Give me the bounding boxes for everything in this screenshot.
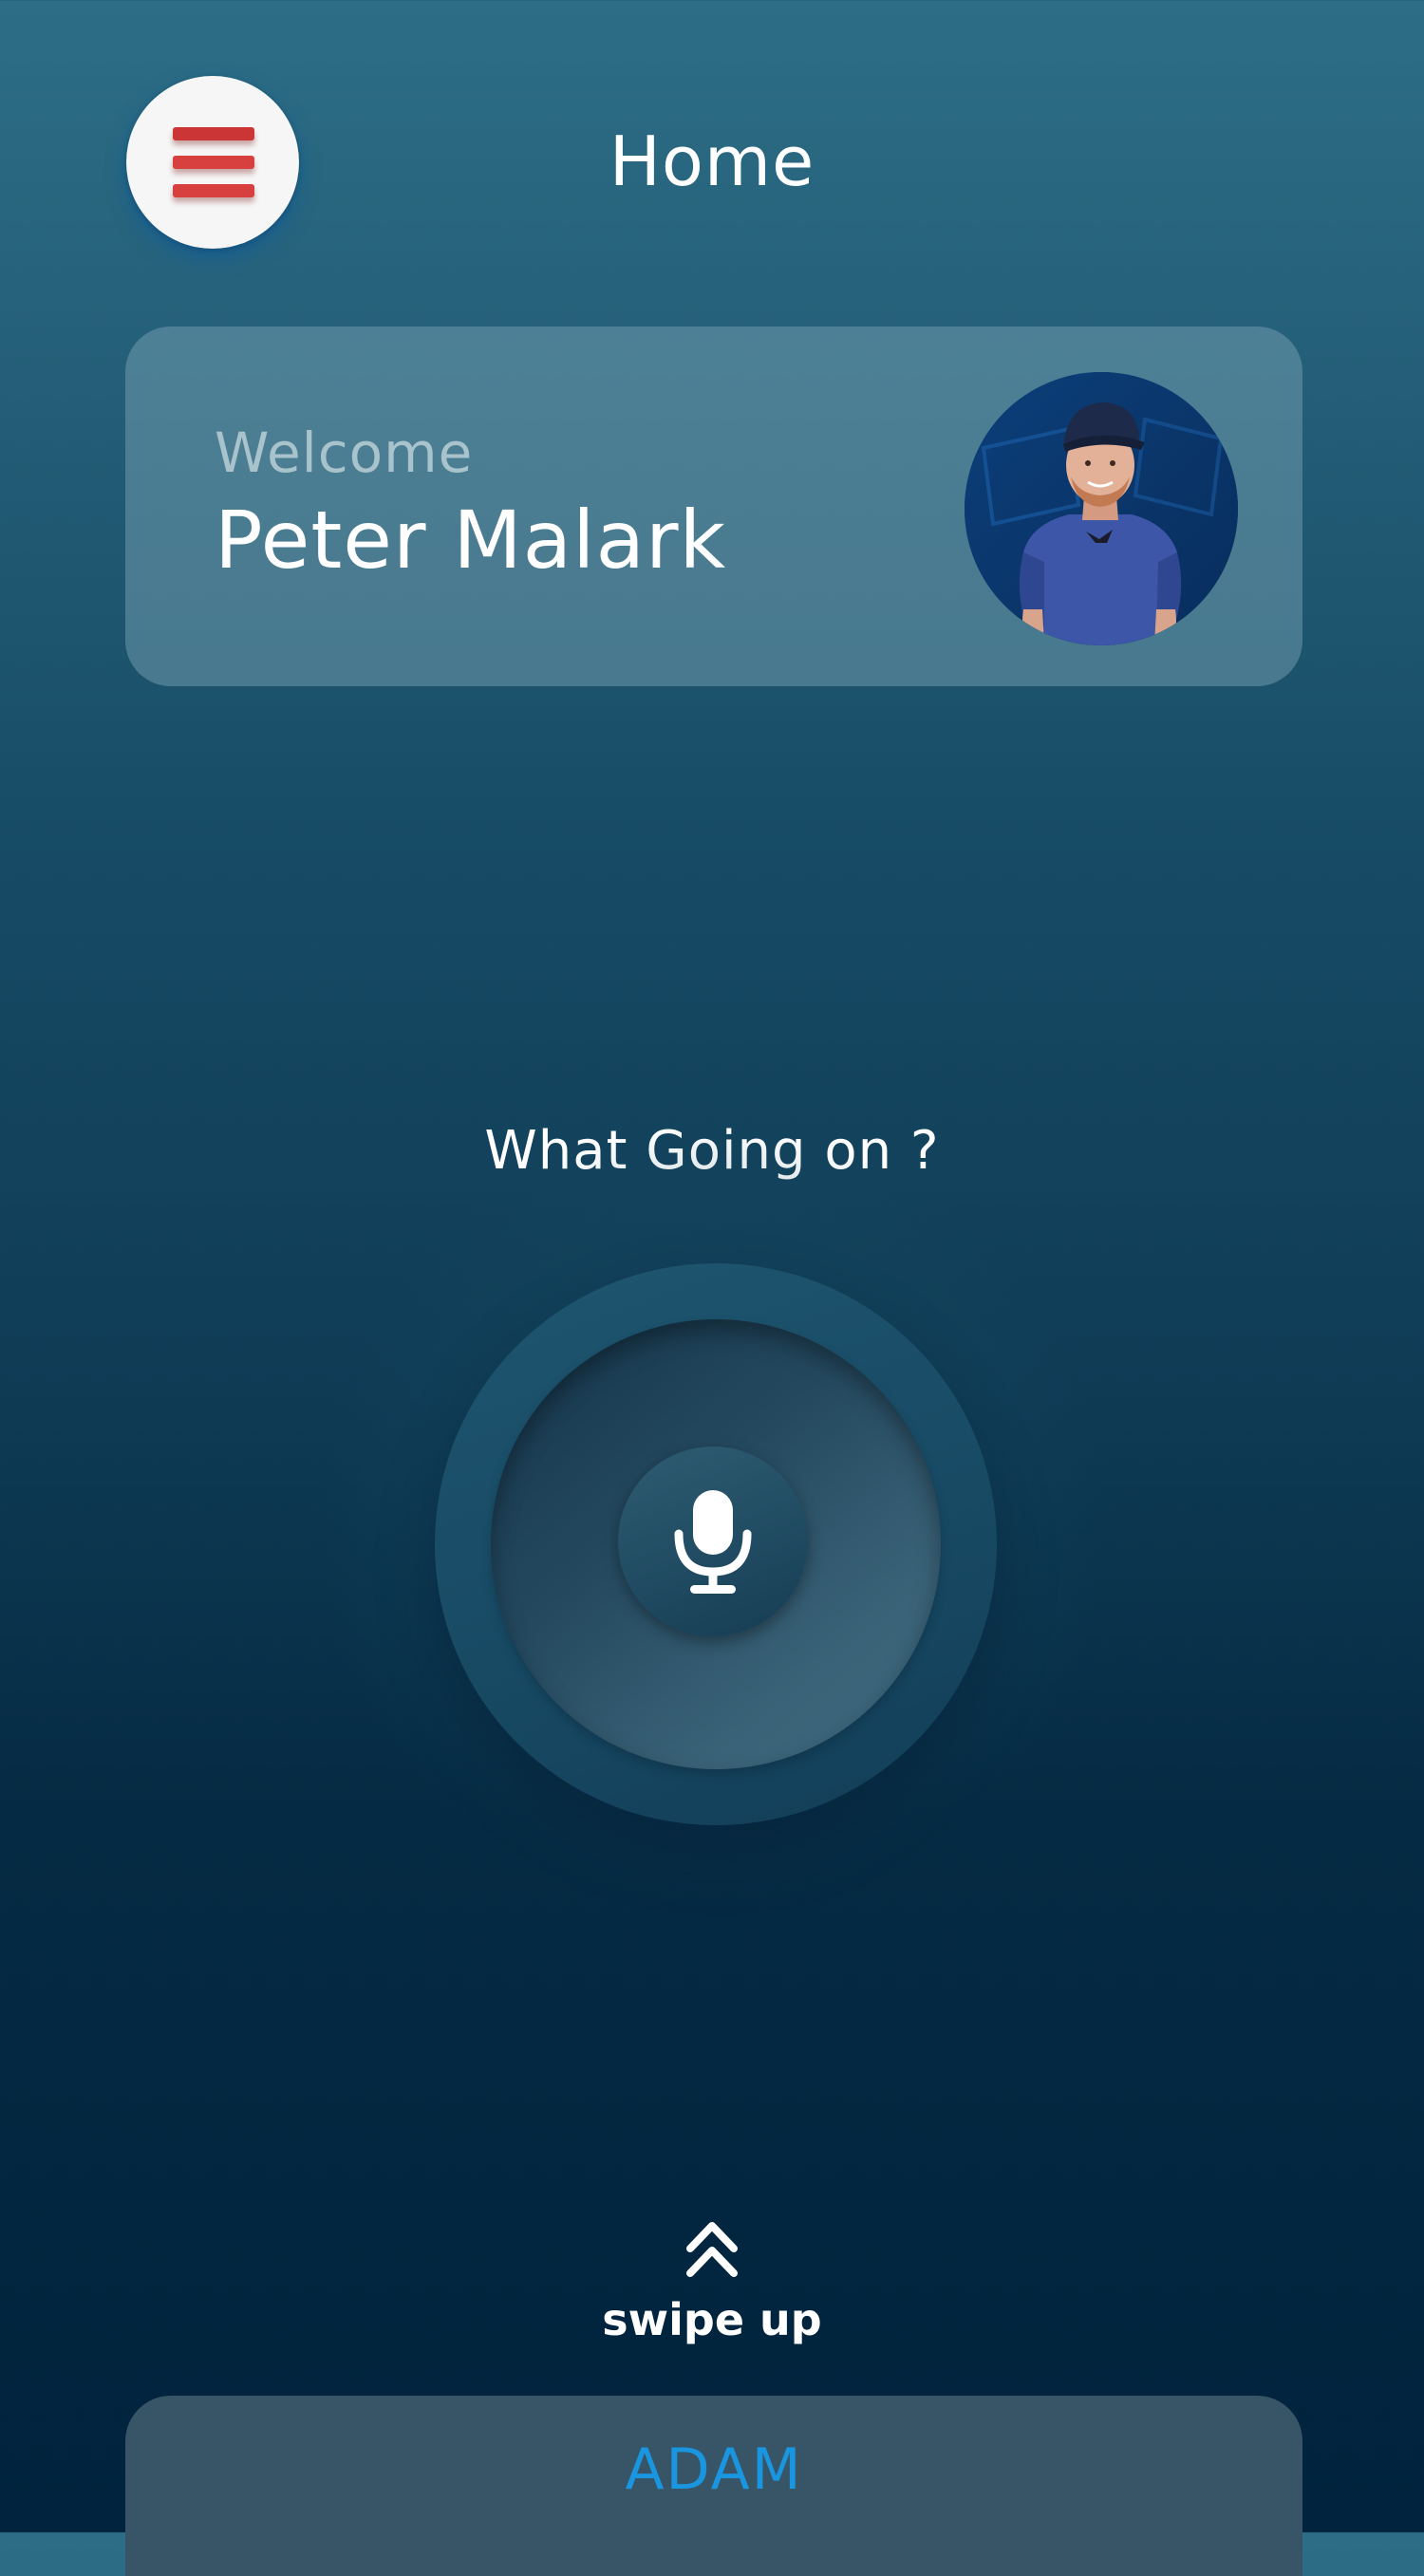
user-name: Peter Malark: [215, 494, 727, 587]
swipe-up-label: swipe up: [602, 2294, 822, 2345]
mic-button[interactable]: [618, 1447, 808, 1636]
welcome-card: Welcome Peter Malark: [125, 327, 1302, 686]
user-avatar-photo: [965, 372, 1238, 645]
welcome-label: Welcome: [215, 420, 474, 485]
bottom-sheet[interactable]: ADAM: [125, 2396, 1302, 2576]
page-title: Home: [609, 121, 815, 201]
avatar[interactable]: [965, 372, 1238, 645]
double-chevron-up-icon: [686, 2222, 738, 2277]
bottom-sheet-title: ADAM: [625, 2436, 803, 2503]
microphone-icon: [674, 1490, 752, 1594]
